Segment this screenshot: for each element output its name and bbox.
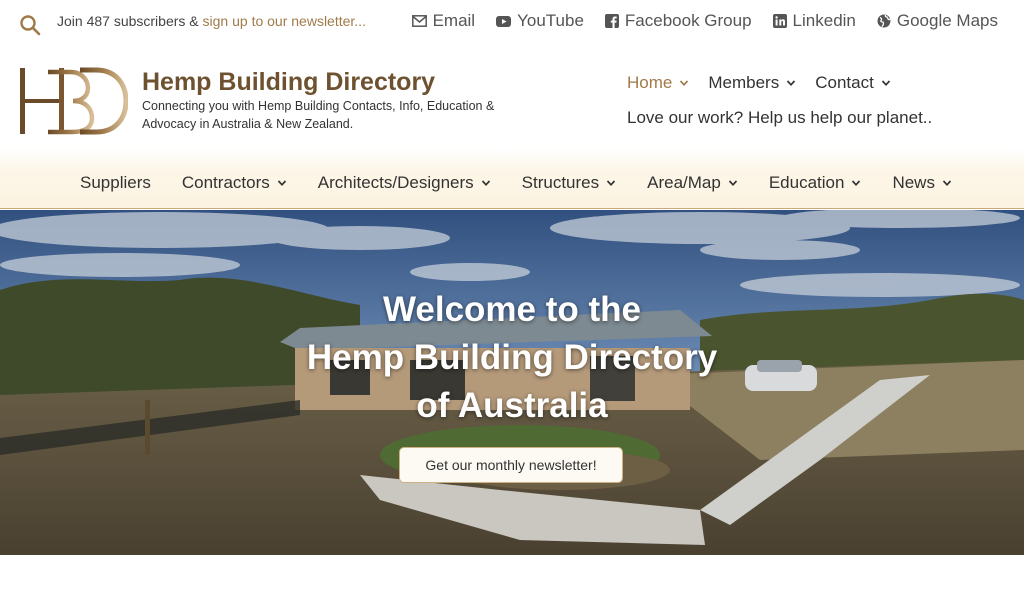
- site-title[interactable]: Hemp Building Directory: [142, 68, 435, 97]
- youtube-link[interactable]: YouTube: [496, 11, 584, 31]
- facebook-icon: [604, 14, 619, 28]
- nav-contact[interactable]: Contact: [815, 73, 891, 93]
- category-education[interactable]: Education: [769, 173, 862, 193]
- youtube-icon: [496, 15, 512, 27]
- category-contractors[interactable]: Contractors: [182, 173, 287, 193]
- category-suppliers[interactable]: Suppliers: [80, 173, 151, 193]
- top-bar: Join 487 subscribers & sign up to our ne…: [0, 0, 1024, 50]
- newsletter-signup-link[interactable]: sign up to our newsletter...: [203, 13, 366, 29]
- chevron-down-icon: [277, 180, 286, 187]
- nav-home[interactable]: Home: [627, 73, 689, 93]
- chevron-down-icon: [787, 80, 796, 87]
- hero-title-line: of Australia: [416, 386, 608, 425]
- nav-members-label: Members: [708, 73, 780, 92]
- chevron-down-icon: [481, 180, 490, 187]
- youtube-label: YouTube: [517, 11, 584, 30]
- category-label: Contractors: [181, 173, 270, 192]
- email-link[interactable]: Email: [411, 11, 476, 31]
- linkedin-link[interactable]: Linkedin: [772, 11, 856, 31]
- nav-contact-label: Contact: [815, 73, 874, 92]
- hero-banner: Welcome to the Hemp Building Directory o…: [0, 210, 1024, 555]
- category-label: Suppliers: [80, 173, 151, 192]
- category-label: Structures: [521, 173, 600, 192]
- email-label: Email: [432, 11, 476, 30]
- site-tagline: Connecting you with Hemp Building Contac…: [142, 99, 495, 131]
- linkedin-label: Linkedin: [792, 11, 856, 30]
- chevron-down-icon: [680, 80, 689, 87]
- linkedin-icon: [772, 14, 787, 28]
- subscribe-prefix: Join 487 subscribers &: [57, 13, 203, 29]
- globe-icon: [877, 14, 891, 28]
- chevron-down-icon: [942, 180, 952, 187]
- google-maps-link[interactable]: Google Maps: [877, 11, 998, 31]
- nav-members[interactable]: Members: [708, 73, 796, 93]
- social-links: Email YouTube Facebook Group Linkedin Go…: [411, 11, 998, 31]
- newsletter-button[interactable]: Get our monthly newsletter!: [399, 447, 623, 483]
- category-label: News: [892, 173, 935, 192]
- category-area-map[interactable]: Area/Map: [647, 173, 738, 193]
- category-label: Architects/Designers: [317, 173, 474, 192]
- hero-title-line: Welcome to the: [382, 290, 641, 329]
- hero-title-line: Hemp Building Directory: [306, 338, 718, 377]
- chevron-down-icon: [728, 180, 737, 187]
- envelope-icon: [411, 15, 427, 27]
- subscribe-text: Join 487 subscribers & sign up to our ne…: [57, 13, 366, 29]
- google-maps-label: Google Maps: [896, 11, 998, 30]
- nav-home-label: Home: [627, 73, 673, 92]
- chevron-down-icon: [852, 180, 861, 187]
- category-nav: Suppliers Contractors Architects/Designe…: [0, 148, 1024, 209]
- search-icon[interactable]: [19, 14, 41, 36]
- category-structures[interactable]: Structures: [522, 173, 616, 193]
- chevron-down-icon: [881, 80, 890, 87]
- facebook-group-label: Facebook Group: [624, 11, 752, 30]
- category-news[interactable]: News: [892, 173, 952, 193]
- category-architects-designers[interactable]: Architects/Designers: [318, 173, 491, 193]
- main-nav: Home Members Contact: [627, 73, 891, 93]
- chevron-down-icon: [606, 180, 616, 187]
- category-label: Education: [768, 173, 845, 192]
- support-link[interactable]: Love our work? Help us help our planet..: [627, 108, 932, 128]
- hbd-logo[interactable]: [18, 66, 128, 136]
- hero-title: Welcome to the Hemp Building Directory o…: [0, 286, 1024, 430]
- category-label: Area/Map: [647, 173, 721, 192]
- facebook-group-link[interactable]: Facebook Group: [604, 11, 752, 31]
